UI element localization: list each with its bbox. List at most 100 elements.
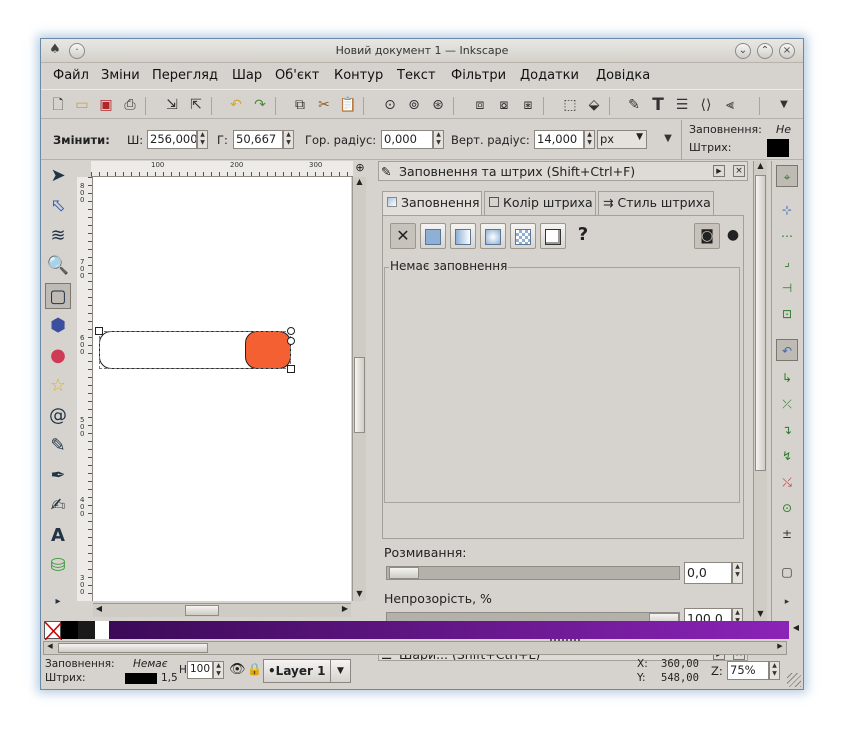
panel-collapse-icon[interactable]: ▶ [713, 165, 725, 177]
undo-icon[interactable]: ↶ [227, 96, 245, 114]
rx-spinner[interactable]: ▲ ▼ [433, 130, 444, 149]
blur-input[interactable]: 0,0 [684, 562, 732, 584]
text-font-icon[interactable]: T [649, 96, 667, 114]
snap-centers-icon[interactable]: ⊙ [776, 497, 798, 519]
menu-filters[interactable]: Фільтри [451, 68, 506, 83]
scroll-up-icon[interactable]: ▲ [353, 177, 366, 189]
swatch-button[interactable] [540, 223, 566, 249]
zoom-input[interactable]: 75% [727, 661, 769, 680]
menu-help[interactable]: Довідка [596, 68, 650, 83]
scroll-thumb[interactable] [755, 175, 766, 471]
cut-icon[interactable]: ✂ [315, 96, 333, 114]
width-input[interactable]: 256,000 [147, 130, 197, 149]
node-tool-icon[interactable]: ⬁ [45, 193, 71, 219]
radius-handle[interactable] [287, 327, 295, 335]
snap-bbox-corner-icon[interactable]: ⌟ [776, 251, 798, 273]
scroll-down-icon[interactable]: ▼ [353, 589, 366, 601]
height-input[interactable]: 50,667 [233, 130, 283, 149]
snap-bbox-edge-icon[interactable]: ⋯ [776, 225, 798, 247]
scroll-thumb[interactable] [58, 643, 208, 653]
flat-color-button[interactable] [420, 223, 446, 249]
stroke-swatch[interactable] [767, 139, 789, 157]
unset-paint-button[interactable]: ? [570, 223, 596, 249]
drawing-canvas[interactable] [93, 177, 351, 601]
rx-input[interactable]: 0,000 [381, 130, 433, 149]
snap-midpoints-icon[interactable]: ⤯ [776, 471, 798, 493]
fill-stroke-icon[interactable]: ✎ [625, 96, 643, 114]
resize-handle[interactable] [287, 365, 295, 373]
resize-handle[interactable] [95, 327, 103, 335]
menu-object[interactable]: Об'єкт [275, 68, 319, 83]
minimize-button[interactable]: ⌄ [735, 43, 751, 59]
panel-close-icon[interactable]: × [733, 165, 745, 177]
snap-intersections-icon[interactable]: ⤫ [776, 393, 798, 415]
spiral-tool-icon[interactable]: @ [45, 403, 71, 429]
radial-gradient-button[interactable] [480, 223, 506, 249]
scroll-up-icon[interactable]: ▲ [754, 161, 767, 173]
close-button[interactable]: × [779, 43, 795, 59]
canvas-vertical-scrollbar[interactable]: ▲ ▼ [352, 177, 366, 601]
status-opacity-spinner[interactable]: ▲ ▼ [213, 661, 224, 679]
snap-enable-icon[interactable]: ⌖ [776, 165, 798, 187]
snap-bbox-icon[interactable]: ⊹ [776, 199, 798, 221]
blur-slider-knob[interactable] [389, 567, 419, 579]
zoom-page-icon[interactable]: ⊛ [429, 96, 447, 114]
pen-tool-icon[interactable]: ✒ [45, 463, 71, 489]
ellipse-tool-icon[interactable]: ● [45, 343, 71, 369]
paste-icon[interactable]: 📋 [339, 96, 357, 114]
width-spinner[interactable]: ▲ ▼ [197, 130, 208, 149]
radius-handle[interactable] [287, 337, 295, 345]
open-icon[interactable]: ▭ [73, 96, 91, 114]
redo-icon[interactable]: ↷ [251, 96, 269, 114]
lock-icon[interactable]: 🔒 [247, 662, 262, 676]
more-controls-icon[interactable]: ▼ [659, 130, 677, 148]
3dbox-tool-icon[interactable]: ⬢ [45, 313, 71, 339]
zoom-tool-icon[interactable]: 🔍 [45, 253, 71, 279]
resize-grip-icon[interactable] [787, 673, 801, 687]
star-tool-icon[interactable]: ☆ [45, 373, 71, 399]
menu-layer[interactable]: Шар [232, 68, 262, 83]
menu-extensions[interactable]: Додатки [520, 68, 579, 83]
height-spinner[interactable]: ▲ ▼ [283, 130, 294, 149]
scroll-thumb[interactable] [185, 605, 219, 616]
calligraphy-tool-icon[interactable]: ✍ [45, 493, 71, 519]
zoom-drawing-icon[interactable]: ⊚ [405, 96, 423, 114]
snap-rotation-center-icon[interactable]: ± [776, 523, 798, 545]
spray-tool-icon[interactable]: ⛁ [45, 553, 71, 579]
snap-smooth-icon[interactable]: ↯ [776, 445, 798, 467]
unit-select[interactable]: px ▼ [597, 130, 647, 149]
tab-stroke-style[interactable]: ⇉ Стиль штриха [598, 191, 714, 215]
scroll-right-icon[interactable]: ▶ [774, 642, 786, 654]
snap-bbox-center-icon[interactable]: ⊡ [776, 303, 798, 325]
tab-fill[interactable]: Заповнення [382, 191, 482, 216]
toolbox-more-icon[interactable]: ▸ [45, 589, 71, 615]
pencil-tool-icon[interactable]: ✎ [45, 433, 71, 459]
snap-cusp-icon[interactable]: ↴ [776, 419, 798, 441]
text-tool-icon[interactable]: A [45, 523, 71, 549]
ry-input[interactable]: 14,000 [534, 130, 584, 149]
snap-page-icon[interactable]: ▢ [776, 561, 798, 583]
status-opacity-input[interactable]: 100 [187, 661, 213, 679]
align-distribute-icon[interactable]: ⫷ [721, 96, 739, 114]
zoom-selection-icon[interactable]: ⊙ [381, 96, 399, 114]
clone-icon[interactable]: ⧇ [495, 96, 513, 114]
fill-rule-nonzero-button[interactable]: ● [720, 223, 746, 249]
status-stroke-swatch[interactable] [125, 673, 157, 684]
scroll-left-icon[interactable]: ◀ [93, 604, 105, 617]
unlink-clone-icon[interactable]: ⧆ [519, 96, 537, 114]
xml-editor-icon[interactable]: ⟨⟩ [697, 96, 715, 114]
zoom-spinner[interactable]: ▲ ▼ [769, 661, 780, 680]
visibility-eye-icon[interactable]: 👁 [229, 662, 246, 677]
no-paint-button[interactable]: ✕ [390, 223, 416, 249]
tweak-tool-icon[interactable]: ≋ [45, 223, 71, 249]
black-swatch[interactable] [61, 621, 78, 639]
tab-stroke-paint[interactable]: Колір штриха [484, 191, 596, 215]
ry-spinner[interactable]: ▲ ▼ [584, 130, 595, 149]
dock-scrollbar[interactable]: ▲ ▼ [753, 161, 767, 621]
palette-scrollbar[interactable]: ◀ ▶ [43, 641, 787, 655]
rectangle-tool-icon[interactable]: ▢ [45, 283, 71, 309]
copy-icon[interactable]: ⧉ [291, 96, 309, 114]
ungroup-icon[interactable]: ⬙ [585, 96, 603, 114]
menu-path[interactable]: Контур [334, 68, 383, 83]
fill-rule-evenodd-button[interactable]: ◙ [694, 223, 720, 249]
